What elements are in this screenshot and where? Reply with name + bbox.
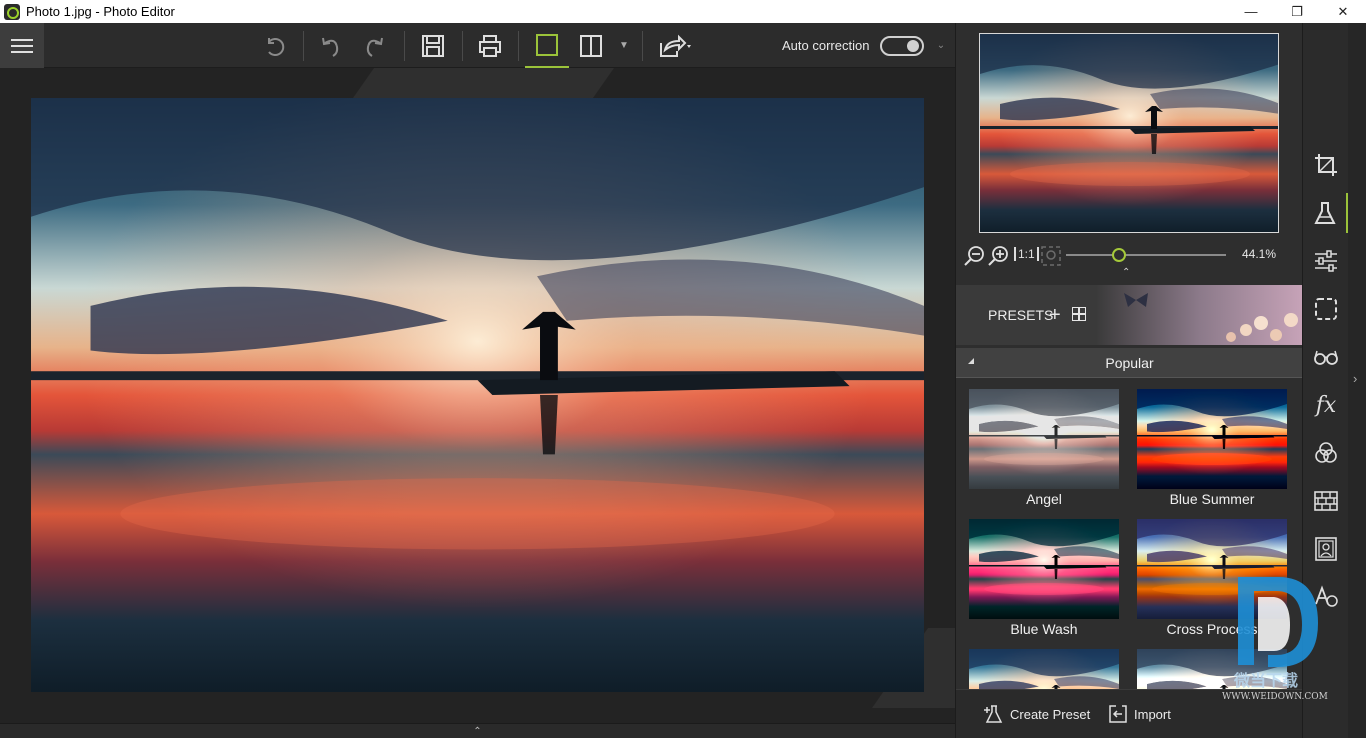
panel-expand-strip[interactable]: › [1348, 23, 1366, 738]
preset-label: Blue Summer [1169, 491, 1255, 507]
portrait-frame-icon [1315, 537, 1337, 561]
print-icon [479, 34, 501, 57]
tool-frame[interactable] [1303, 529, 1349, 569]
minimize-button[interactable]: — [1228, 0, 1274, 23]
auto-correction-label: Auto correction [782, 38, 870, 53]
create-preset-label: Create Preset [1010, 706, 1091, 722]
zoom-out-icon[interactable] [964, 245, 986, 272]
flask-icon [1313, 202, 1336, 224]
zoom-in-icon[interactable] [988, 245, 1010, 272]
tool-fx[interactable]: fx [1303, 385, 1349, 425]
zoom-controls: 1:1 44.1% [964, 243, 1294, 267]
rotate-left-button[interactable] [258, 23, 292, 68]
tool-effects[interactable] [1303, 193, 1349, 233]
tool-selection[interactable] [1303, 289, 1349, 329]
chevron-down-icon: ▼ [619, 40, 629, 51]
import-button[interactable]: Import [1108, 704, 1171, 724]
close-button[interactable]: ✕ [1320, 0, 1366, 23]
main-toolbar: ▼ Auto correction ⌄ [0, 23, 955, 68]
zoom-slider[interactable] [1066, 254, 1226, 256]
view-dropdown-button[interactable]: ▼ [615, 23, 633, 68]
crop-icon [1315, 154, 1337, 176]
zoom-100-button[interactable]: 1:1 [1014, 247, 1039, 261]
redo-button[interactable] [358, 23, 392, 68]
preset-item[interactable]: Blue Wash [969, 519, 1119, 637]
title-bar: Photo 1.jpg - Photo Editor — ❐ ✕ [0, 0, 1366, 23]
dashed-square-icon [1315, 298, 1337, 320]
preset-item[interactable] [969, 649, 1119, 689]
undo-button[interactable] [313, 23, 347, 68]
tool-adjust[interactable] [1303, 241, 1349, 281]
bricks-icon [1314, 491, 1338, 511]
zoom-fit-icon[interactable] [1040, 245, 1062, 272]
preset-category-bar[interactable]: Popular [956, 348, 1303, 378]
preset-category-name: Popular [1105, 355, 1154, 371]
watermark-url: WWW.WEIDOWN.COM [1222, 692, 1328, 702]
presets-banner-image [1096, 285, 1303, 345]
square-icon [536, 33, 558, 56]
save-button[interactable] [415, 23, 451, 68]
auto-correction-dropdown[interactable]: ⌄ [932, 23, 950, 68]
window-title: Photo 1.jpg - Photo Editor [26, 4, 175, 19]
print-button[interactable] [472, 23, 508, 68]
flask-plus-icon [984, 705, 1003, 723]
compare-view-button[interactable] [574, 23, 608, 68]
maximize-button[interactable]: ❐ [1274, 0, 1320, 23]
image-canvas[interactable] [0, 68, 955, 723]
preset-item[interactable]: Angel [969, 389, 1119, 507]
presets-title: PRESETS [988, 307, 1054, 323]
grid-view-icon[interactable] [1072, 307, 1086, 321]
share-icon [660, 34, 691, 57]
single-view-button[interactable] [525, 23, 569, 68]
bottom-panel-toggle[interactable]: ⌃ [0, 723, 955, 738]
watermark-text: 微当下载 [1234, 673, 1299, 690]
tool-retouch[interactable] [1303, 337, 1349, 377]
main-photo[interactable] [31, 98, 924, 692]
preset-item[interactable]: Blue Summer [1137, 389, 1287, 507]
undo-icon [322, 37, 339, 57]
sliders-icon [1315, 250, 1337, 272]
tool-color[interactable] [1303, 433, 1349, 473]
auto-correction-toggle[interactable] [880, 36, 924, 56]
split-view-icon [580, 34, 602, 57]
app-logo-icon [4, 3, 20, 20]
import-icon [1109, 705, 1127, 723]
add-preset-icon[interactable]: + [1049, 304, 1061, 327]
fx-icon: fx [1315, 392, 1337, 418]
zoom-value: 44.1% [1241, 247, 1276, 261]
create-preset-button[interactable]: Create Preset [984, 704, 1090, 724]
collapse-navigator-button[interactable]: ⌃ [1122, 267, 1130, 278]
chevron-up-icon: ⌃ [473, 725, 482, 737]
circles-icon [1315, 442, 1337, 463]
chevron-right-icon: › [1353, 371, 1358, 386]
tool-texture[interactable] [1303, 481, 1349, 521]
watermark-logo: 微当下载 WWW.WEIDOWN.COM [1222, 575, 1332, 705]
hamburger-icon [11, 38, 33, 53]
chevron-down-icon: ⌄ [936, 40, 946, 51]
import-label: Import [1134, 706, 1171, 722]
watermark-d-icon [1238, 577, 1318, 667]
redo-icon [366, 37, 383, 57]
rotate-left-icon [268, 37, 285, 56]
navigator-thumbnail[interactable] [979, 33, 1279, 233]
share-button[interactable] [652, 23, 696, 68]
menu-button[interactable] [0, 23, 44, 68]
preset-label: Angel [1026, 491, 1062, 507]
tool-crop[interactable] [1303, 145, 1349, 185]
preset-label: Blue Wash [1010, 621, 1078, 637]
glasses-icon [1314, 350, 1338, 365]
zoom-slider-handle[interactable] [1111, 248, 1126, 262]
save-icon [422, 34, 444, 57]
presets-header: PRESETS + [956, 285, 1303, 345]
